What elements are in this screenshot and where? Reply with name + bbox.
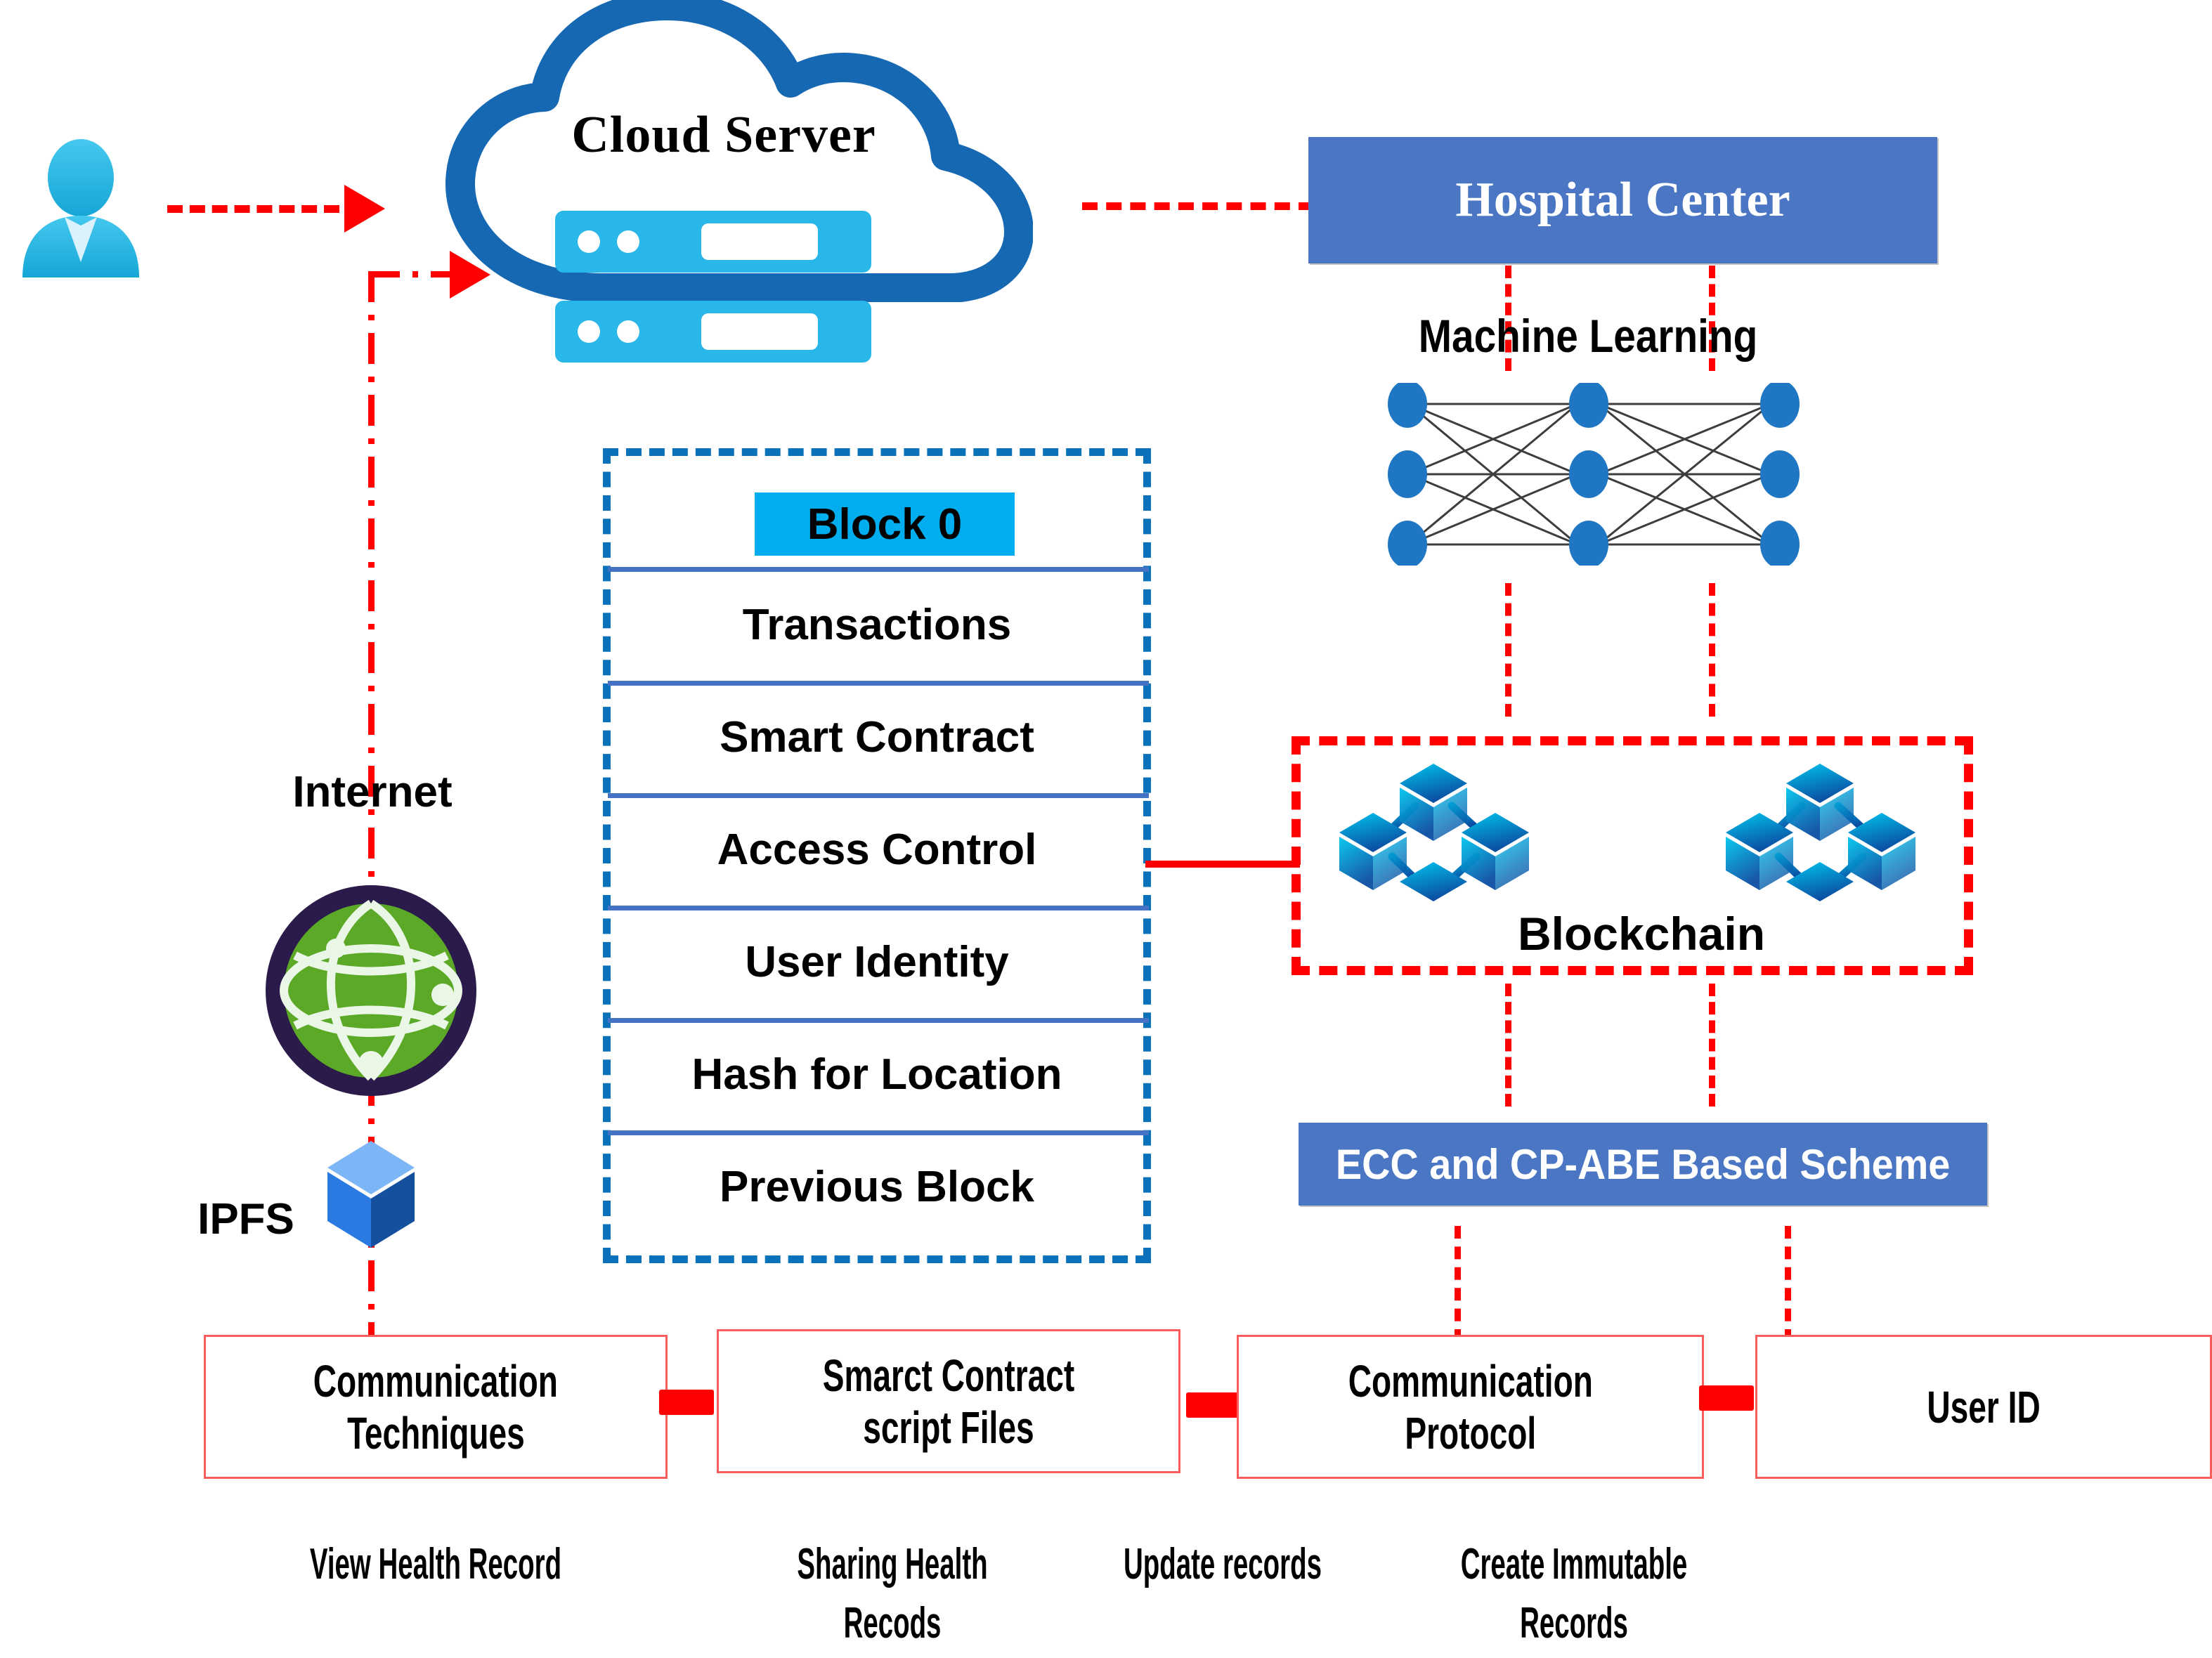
cloud-server-label: Cloud Server — [571, 106, 876, 164]
caption-line: Create Immutable — [1460, 1540, 1688, 1588]
bottom-box-line: Communication — [313, 1355, 559, 1406]
block-divider-6 — [608, 1130, 1149, 1135]
block-row-smart-contract: Smart Contract — [611, 698, 1143, 776]
blockchain-to-scheme-dash-left — [1505, 984, 1511, 1107]
blockchain-to-scheme-dash-right — [1709, 984, 1715, 1107]
caption-update-records: Update records — [1047, 1535, 1398, 1594]
scheme-to-protocol-dash — [1455, 1226, 1461, 1342]
block-divider-1 — [608, 567, 1149, 572]
access-control-to-blockchain-link — [1145, 861, 1300, 868]
block-row-label: User Identity — [745, 937, 1009, 986]
diagram-canvas: Cloud Server Hospital Center Machine Lea… — [0, 0, 2212, 1658]
hospital-center-label: Hospital Center — [1455, 173, 1790, 227]
block-row-label: Smart Contract — [720, 712, 1034, 762]
bottom-box-line: User ID — [1927, 1381, 2041, 1432]
connector-bar-3 — [1699, 1385, 1754, 1411]
ml-to-blockchain-dash-right — [1709, 583, 1715, 717]
block-row-previous-block: Previous Block — [611, 1148, 1143, 1225]
block-row-transactions: Transactions — [611, 586, 1143, 663]
blockchain-container: Blockchain — [1292, 736, 1973, 975]
bottom-box-line: script Files — [863, 1402, 1034, 1453]
blockchain-label: Blockchain — [1517, 908, 1766, 960]
block-row-hash-for-location: Hash for Location — [611, 1036, 1143, 1113]
block-divider-5 — [608, 1018, 1149, 1023]
bottom-box-line: Techniques — [346, 1407, 525, 1458]
caption-line: View Health Record — [309, 1540, 562, 1588]
bottom-box-communication-protocol[interactable]: Communication Protocol — [1237, 1335, 1704, 1479]
block-row-user-identity: User Identity — [611, 923, 1143, 1000]
caption-sharing-health-records: Sharing Health Recods — [717, 1535, 1068, 1652]
bottom-box-line: Communication — [1348, 1355, 1593, 1406]
neural-network-icon — [1388, 380, 1809, 568]
bottom-box-user-id[interactable]: User ID — [1755, 1335, 2212, 1479]
server-rack-icon — [555, 211, 871, 372]
user-person-icon — [14, 137, 148, 278]
caption-line: Recods — [843, 1598, 942, 1647]
internet-label: Internet — [292, 768, 453, 816]
block-row-access-control: Access Control — [611, 811, 1143, 888]
ml-to-blockchain-dash-left — [1505, 583, 1511, 717]
bottom-box-line: Protocol — [1405, 1407, 1536, 1458]
cloud-return-arrowhead — [450, 251, 490, 299]
caption-line: Sharing Health — [797, 1540, 988, 1588]
block-divider-2 — [608, 681, 1149, 686]
ecc-cpabe-scheme-box[interactable]: ECC and CP-ABE Based Scheme — [1299, 1123, 1987, 1206]
ipfs-label: IPFS — [197, 1195, 294, 1244]
block-row-label: Previous Block — [720, 1162, 1034, 1211]
bottom-box-smart-contract-script-files[interactable]: Smarct Contract script Files — [717, 1329, 1180, 1473]
caption-line: Records — [1520, 1598, 1628, 1647]
ipfs-cube-icon — [322, 1138, 420, 1251]
caption-create-immutable-records: Create Immutable Records — [1377, 1535, 1771, 1652]
block-row-label: Access Control — [717, 825, 1037, 874]
globe-icon — [259, 878, 483, 1103]
scheme-to-userid-dash — [1785, 1226, 1791, 1342]
block-structure-container: Block 0 Transactions Smart Contract Acce… — [603, 448, 1151, 1263]
blockchain-cube-node-icon — [1332, 758, 1550, 906]
block-header-label: Block 0 — [807, 500, 963, 549]
caption-view-health-record: View Health Record — [204, 1535, 668, 1594]
block-row-label: Hash for Location — [691, 1050, 1062, 1099]
bottom-box-line: Smarct Contract — [822, 1350, 1075, 1401]
caption-line: Update records — [1124, 1540, 1322, 1588]
block-header-chip: Block 0 — [755, 492, 1015, 556]
user-to-cloud-arrowhead — [344, 185, 385, 233]
bottom-box-communication-techniques[interactable]: Communication Techniques — [204, 1335, 668, 1479]
block-row-label: Transactions — [742, 600, 1012, 649]
block-divider-3 — [608, 793, 1149, 798]
cloud-to-hospital-dashed-line — [1082, 202, 1314, 210]
blockchain-cube-node-icon — [1719, 758, 1937, 906]
block-divider-4 — [608, 906, 1149, 910]
connector-bar-2 — [1186, 1392, 1241, 1418]
connector-bar-1 — [659, 1390, 714, 1415]
hospital-center-box[interactable]: Hospital Center — [1308, 137, 1937, 263]
ecc-cpabe-scheme-label: ECC and CP-ABE Based Scheme — [1335, 1140, 1951, 1188]
user-to-cloud-dashed-line — [167, 205, 339, 213]
machine-learning-label: Machine Learning — [1418, 310, 1758, 362]
